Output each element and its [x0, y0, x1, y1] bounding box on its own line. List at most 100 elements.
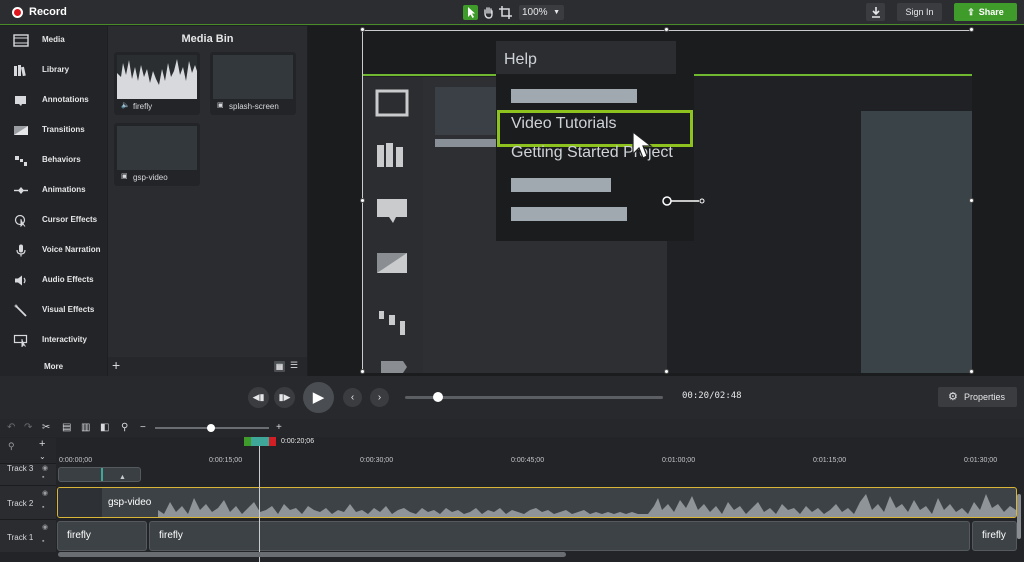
playhead-out-marker[interactable]: [269, 437, 276, 446]
media-label: splash-screen: [229, 102, 279, 111]
step-back-icon[interactable]: ◀▮: [248, 387, 269, 408]
vertical-scrollbar[interactable]: [1017, 494, 1021, 539]
share-button[interactable]: ⇪ Share: [954, 3, 1017, 21]
record-button[interactable]: Record: [29, 6, 67, 18]
copy-icon[interactable]: ▤: [62, 422, 71, 433]
tool-visual-effects[interactable]: Visual Effects: [0, 296, 107, 326]
clip-label: firefly: [159, 530, 183, 541]
tool-animations[interactable]: Animations: [0, 176, 107, 206]
scrub-handle[interactable]: [433, 392, 443, 402]
tool-label: Animations: [42, 185, 86, 194]
playback-controls: ◀▮ ▮▶ ▶ ‹ › 00:20/02:48 ⚙ Properties: [0, 376, 1024, 419]
add-track-icon[interactable]: +: [39, 438, 45, 450]
track-name: Track 1: [7, 533, 34, 542]
cut-icon[interactable]: ✂: [42, 422, 50, 433]
resize-handle[interactable]: [969, 198, 974, 203]
more-button[interactable]: More: [44, 362, 63, 371]
lock-icon[interactable]: ▪: [42, 538, 44, 545]
waveform-thumbnail: [117, 55, 197, 99]
scrub-bar[interactable]: [405, 396, 663, 399]
redo-icon[interactable]: ↷: [24, 422, 32, 433]
track-2-clip[interactable]: gsp-video: [57, 487, 1017, 518]
interactivity-icon: [13, 334, 29, 348]
playhead-time: 0:00:20;06: [281, 438, 315, 445]
lock-icon[interactable]: ▪: [42, 474, 44, 481]
tool-annotations[interactable]: Annotations: [0, 86, 107, 116]
sign-in-button[interactable]: Sign In: [897, 3, 942, 21]
tools-panel: Media Library Annotations Transitions Be…: [0, 26, 107, 376]
track-1-clip[interactable]: firefly: [972, 521, 1017, 551]
resize-handle[interactable]: [360, 369, 365, 374]
properties-button[interactable]: ⚙ Properties: [938, 387, 1017, 407]
record-icon[interactable]: [12, 7, 23, 18]
paste-icon[interactable]: ▥: [81, 422, 90, 433]
chevron-down-icon: ▼: [553, 9, 560, 16]
resize-handle[interactable]: [360, 27, 365, 32]
tool-label: Voice Narration: [42, 245, 101, 254]
media-bin-title: Media Bin: [181, 33, 234, 45]
horizontal-scrollbar[interactable]: [58, 552, 566, 557]
animation-icon: [13, 184, 29, 197]
previous-marker-icon[interactable]: ‹: [343, 388, 362, 407]
collapse-tracks-icon[interactable]: ⌄: [39, 452, 46, 461]
cursor-icon: [13, 214, 29, 228]
list-view-icon[interactable]: ☰: [290, 360, 298, 371]
tool-behaviors[interactable]: Behaviors: [0, 146, 107, 176]
track-header-1[interactable]: Track 1 ◉ ▪: [0, 519, 56, 552]
tool-label: Cursor Effects: [42, 215, 98, 224]
resize-handle[interactable]: [969, 369, 974, 374]
download-icon[interactable]: [866, 3, 885, 21]
video-canvas[interactable]: Help Video Tutorials Getting Started Pro…: [362, 30, 972, 373]
media-bin-footer: + ▦ ☰: [108, 357, 307, 376]
clip-label: firefly: [67, 530, 91, 541]
timeline-zoom-handle[interactable]: [207, 424, 215, 432]
ruler-label: 0:01:00;00: [662, 457, 696, 464]
add-icon[interactable]: +: [112, 357, 120, 373]
tool-voice-narration[interactable]: Voice Narration: [0, 236, 107, 266]
eye-icon[interactable]: ◉: [42, 489, 48, 497]
playhead-in-marker[interactable]: [244, 437, 251, 446]
undo-icon[interactable]: ↶: [7, 422, 15, 433]
media-label: gsp-video: [133, 173, 168, 182]
track-1-clip[interactable]: firefly: [57, 521, 147, 551]
tool-library[interactable]: Library: [0, 56, 107, 86]
track-1-clip[interactable]: firefly: [149, 521, 970, 551]
playhead[interactable]: [251, 437, 269, 446]
play-icon[interactable]: ▶: [303, 382, 334, 413]
resize-handle[interactable]: [664, 369, 669, 374]
time-ruler[interactable]: 0:00:00;00 0:00:15;00 0:00:30;00 0:00:45…: [57, 440, 1024, 467]
zoom-in-icon[interactable]: +: [276, 422, 282, 433]
track-header-2[interactable]: Track 2 ◉ ▪: [0, 485, 56, 519]
media-item-firefly[interactable]: 🔈 firefly: [114, 52, 200, 115]
resize-handle[interactable]: [664, 27, 669, 32]
lock-icon[interactable]: ▪: [42, 504, 44, 511]
crop-icon[interactable]: [498, 5, 513, 20]
resize-handle[interactable]: [969, 27, 974, 32]
eye-icon[interactable]: ◉: [42, 523, 48, 531]
track-header-3[interactable]: Track 3 ◉ ▪: [0, 463, 56, 485]
resize-handle[interactable]: [360, 198, 365, 203]
tool-audio-effects[interactable]: Audio Effects: [0, 266, 107, 296]
track-3-clip[interactable]: ▲: [58, 467, 141, 482]
eye-icon[interactable]: ◉: [42, 464, 48, 472]
share-label: Share: [978, 7, 1004, 17]
pan-hand-icon[interactable]: [481, 5, 496, 20]
next-marker-icon[interactable]: ›: [370, 388, 389, 407]
tool-cursor-effects[interactable]: Cursor Effects: [0, 206, 107, 236]
media-item-splash-screen[interactable]: ▣ splash-screen: [210, 52, 296, 115]
magnet-icon[interactable]: ⚲: [8, 441, 15, 452]
zoom-search-icon[interactable]: ⚲: [121, 422, 128, 433]
zoom-out-icon[interactable]: −: [140, 422, 146, 433]
media-item-gsp-video[interactable]: ▣ gsp-video: [114, 123, 200, 186]
select-tool-icon[interactable]: [463, 5, 478, 20]
speaker-icon: [13, 274, 29, 287]
tool-transitions[interactable]: Transitions: [0, 116, 107, 146]
time-readout: 00:20/02:48: [682, 391, 742, 401]
tool-media[interactable]: Media: [0, 26, 107, 56]
tool-interactivity[interactable]: Interactivity: [0, 326, 107, 356]
split-icon[interactable]: ◧: [100, 422, 109, 433]
grid-view-icon[interactable]: ▦: [274, 361, 285, 372]
expand-icon: ▲: [119, 474, 126, 481]
zoom-dropdown[interactable]: 100% ▼: [519, 5, 564, 20]
step-forward-icon[interactable]: ▮▶: [274, 387, 295, 408]
